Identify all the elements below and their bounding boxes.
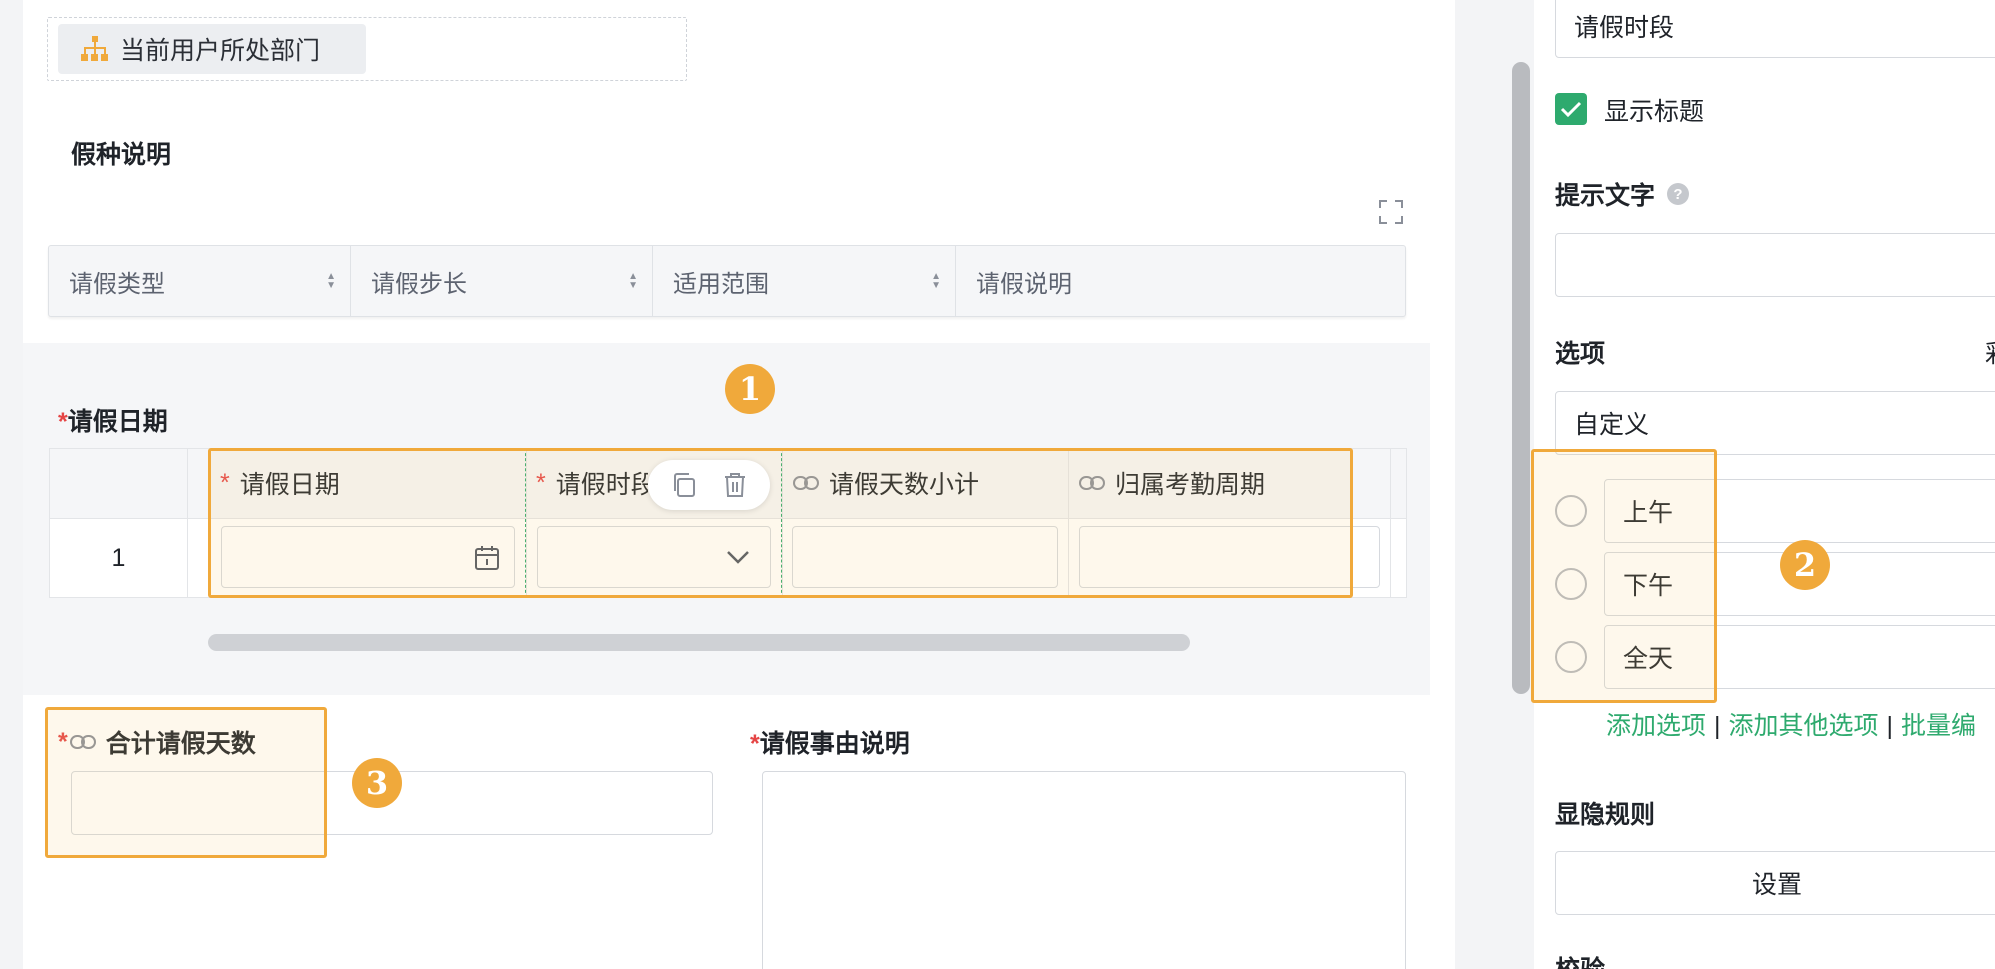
show-title-checkbox[interactable] — [1555, 93, 1587, 125]
expand-icon[interactable] — [1378, 199, 1404, 225]
help-icon[interactable]: ? — [1667, 183, 1690, 205]
highlight-box-2 — [1531, 449, 1717, 703]
column-header-leave-step[interactable]: 请假步长 ▲ ▼ — [351, 246, 653, 316]
org-chart-icon — [81, 36, 108, 61]
column-toolbar — [648, 460, 770, 510]
hint-input[interactable] — [1555, 233, 1995, 297]
options-source-select[interactable]: 自定义 — [1555, 391, 1995, 455]
hint-label: 提示文字? — [1555, 176, 1690, 212]
reason-label: *请假事由说明 — [750, 730, 910, 758]
sort-icon[interactable]: ▲ ▼ — [931, 272, 941, 291]
add-other-option-link[interactable]: 添加其他选项 — [1729, 712, 1879, 740]
department-chip-label: 当前用户所处部门 — [120, 37, 321, 65]
vertical-scrollbar[interactable] — [1512, 62, 1530, 694]
row-number: 1 — [111, 543, 126, 572]
highlight-box-3 — [45, 707, 327, 858]
leave-type-section-title: 假种说明 — [71, 141, 172, 169]
reason-textarea[interactable] — [762, 771, 1406, 969]
leave-date-subform-title: *请假日期 — [58, 408, 168, 436]
validation-label: 校验 — [1555, 950, 1605, 969]
annotation-badge-2: 2 — [1780, 540, 1830, 590]
sort-icon[interactable]: ▲ ▼ — [326, 272, 336, 291]
delete-icon[interactable] — [722, 472, 748, 498]
annotation-badge-1: 1 — [725, 364, 775, 414]
options-label: 选项 — [1555, 340, 1606, 368]
show-title-label: 显示标题 — [1604, 98, 1705, 126]
annotation-badge-3: 3 — [352, 758, 402, 808]
column-header-leave-type[interactable]: 请假类型 ▲ ▼ — [49, 246, 351, 316]
check-icon — [1560, 101, 1582, 118]
horizontal-scrollbar[interactable] — [208, 634, 1190, 651]
title-input[interactable]: 请假时段 — [1555, 0, 1995, 58]
batch-edit-link[interactable]: 批量编 — [1901, 712, 1976, 740]
department-chip[interactable]: 当前用户所处部门 — [58, 24, 366, 74]
highlight-box-1 — [208, 448, 1353, 598]
column-header-description[interactable]: 请假说明 — [956, 246, 1405, 316]
leave-type-table: 请假类型 ▲ ▼ 请假步长 ▲ ▼ 适用范围 ▲ ▼ 请假说明 — [48, 245, 1406, 317]
options-label-right: 彩 — [1985, 334, 1995, 370]
option-links: 添加选项 | 添加其他选项 | 批量编 — [1606, 712, 1977, 740]
visibility-settings-button[interactable]: 设置 — [1555, 851, 1995, 915]
copy-icon[interactable] — [671, 472, 697, 498]
visibility-rules-label: 显隐规则 — [1555, 801, 1656, 829]
add-option-link[interactable]: 添加选项 — [1606, 712, 1706, 740]
column-header-scope[interactable]: 适用范围 ▲ ▼ — [653, 246, 956, 316]
sort-icon[interactable]: ▲ ▼ — [628, 272, 638, 291]
